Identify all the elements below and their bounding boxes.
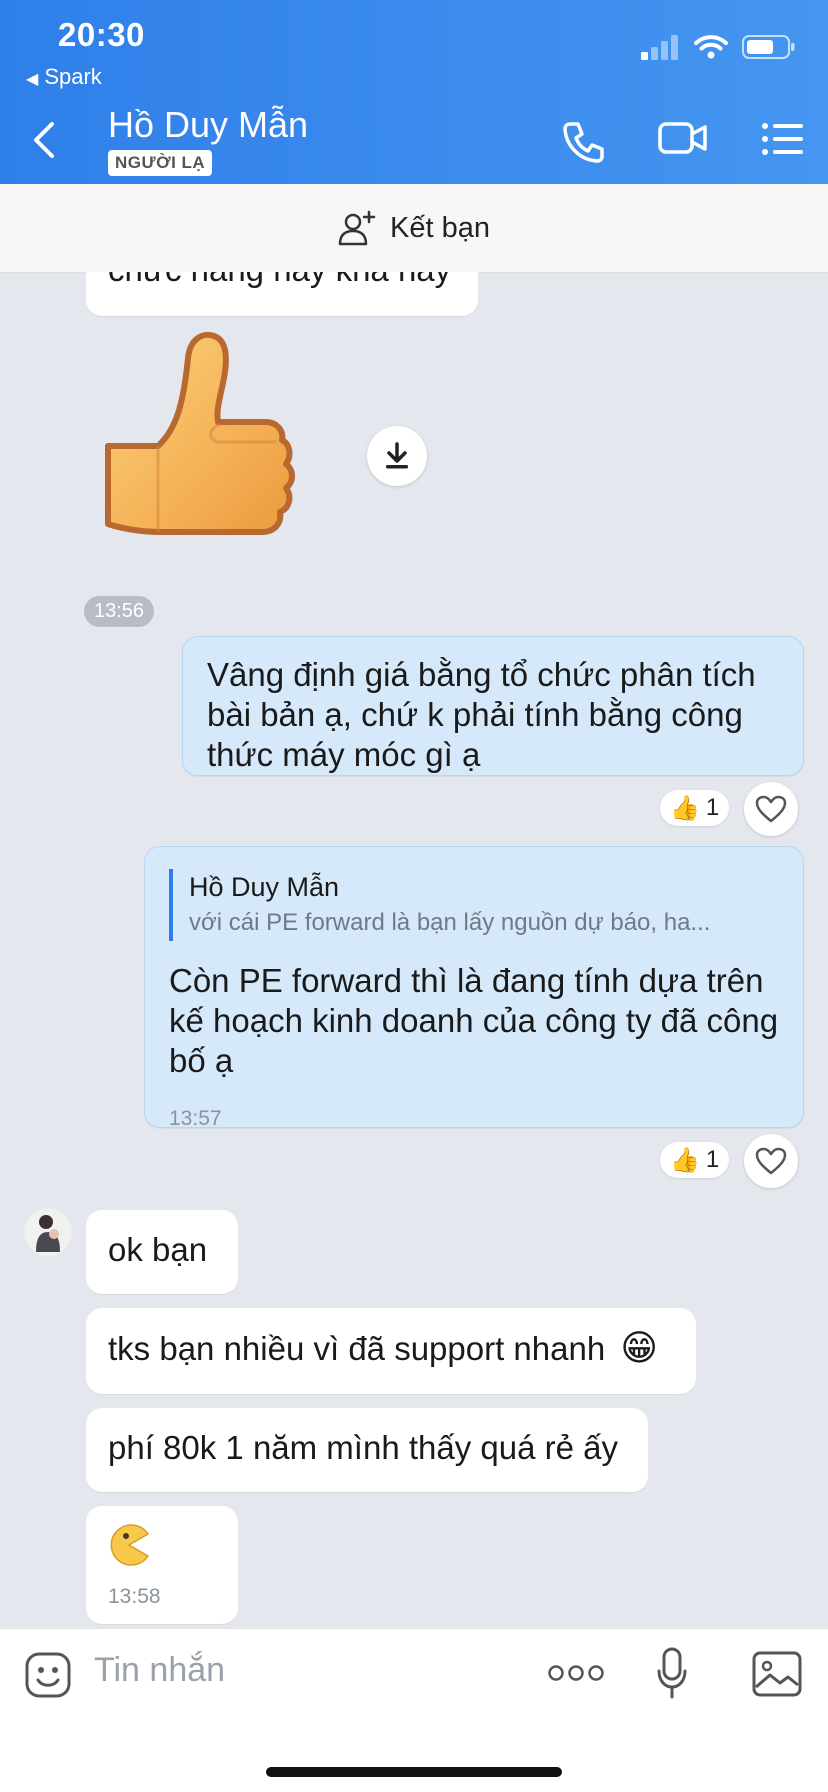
signal-icon [641,35,678,60]
thumbs-up-icon: 👍 [670,1146,700,1174]
partial-message-text: chức năng này khá hay [108,272,451,288]
quoted-message[interactable]: Hồ Duy Mẫn với cái PE forward là bạn lấy… [169,869,779,941]
grinning-emoji-icon: 😁 [620,1327,658,1368]
gallery-image-icon[interactable] [752,1651,802,1697]
reaction-badge[interactable]: 👍 1 [660,790,730,826]
outgoing-reply-bubble[interactable]: Hồ Duy Mẫn với cái PE forward là bạn lấy… [144,846,804,1130]
add-friend-button[interactable]: Kết bạn [0,184,828,273]
incoming-message-text: tks bạn nhiều vì đã support nhanh [108,1330,606,1367]
sticker-timestamp: 13:56 [84,596,155,627]
download-sticker-button[interactable] [367,426,427,486]
incoming-emoji-bubble[interactable]: 13:58 [86,1506,238,1624]
partial-message-bubble[interactable]: chức năng này khá hay [86,272,478,316]
sticker-emoji-icon[interactable] [24,1651,72,1699]
outgoing-message-text: Vâng định giá bằng tổ chức phân tích bài… [207,656,756,773]
message-input-bar: Tin nhắn [0,1628,828,1792]
reply-message-text: Còn PE forward thì là đang tính dựa trên… [169,962,779,1079]
quoted-sender-name: Hồ Duy Mẫn [189,872,340,902]
message-input[interactable]: Tin nhắn [94,1651,225,1690]
contact-avatar[interactable] [24,1208,72,1256]
message-list[interactable]: chức năng này khá hay 13:56 [0,272,828,1628]
outgoing-message-bubble[interactable]: Vâng định giá bằng tổ chức phân tích bài… [182,636,804,776]
chat-screen: 20:30 ◀ Spark Hồ Duy Mẫn NGƯỜI LẠ Kết bạ… [0,0,828,1792]
emoji-timestamp: 13:58 [108,1585,161,1608]
chevron-left-icon[interactable] [28,118,60,162]
thumbs-up-sticker[interactable] [100,328,320,550]
reaction-count: 1 [705,794,720,821]
quoted-text: với cái PE forward là bạn lấy nguồn dự b… [189,909,711,936]
contact-name[interactable]: Hồ Duy Mẫn [108,104,308,146]
pacman-emoji-icon [110,1524,150,1566]
status-icons [640,34,796,60]
more-options-icon[interactable] [548,1663,604,1683]
incoming-message-text: ok bạn [108,1231,208,1268]
microphone-icon[interactable] [656,1647,688,1703]
incoming-message-bubble[interactable]: ok bạn [86,1210,238,1294]
video-call-icon[interactable] [658,118,708,158]
phone-icon[interactable] [560,118,608,166]
reaction-badge[interactable]: 👍 1 [660,1142,730,1178]
back-triangle-icon: ◀ [26,71,39,88]
back-to-app-link[interactable]: ◀ Spark [26,64,102,90]
incoming-message-bubble[interactable]: phí 80k 1 năm mình thấy quá rẻ ấy [86,1408,648,1492]
download-icon [386,442,408,469]
add-user-icon [338,210,376,246]
reaction-count: 1 [705,1146,720,1173]
thumbs-up-icon: 👍 [670,794,700,822]
wifi-icon [694,35,728,59]
incoming-message-bubble[interactable]: tks bạn nhiều vì đã support nhanh 😁 [86,1308,696,1394]
incoming-message-text: phí 80k 1 năm mình thấy quá rẻ ấy [108,1429,618,1466]
stranger-badge: NGƯỜI LẠ [108,150,213,176]
add-friend-label: Kết bạn [390,211,490,244]
menu-list-icon[interactable] [762,122,804,156]
react-heart-button[interactable] [744,1134,798,1188]
status-time: 20:30 [58,16,145,53]
battery-icon [742,35,795,59]
reply-timestamp: 13:57 [169,1107,222,1130]
heart-icon [755,1147,787,1175]
back-app-label: Spark [44,64,102,89]
heart-icon [755,795,787,823]
home-indicator [266,1767,562,1777]
react-heart-button[interactable] [744,782,798,836]
chat-header: 20:30 ◀ Spark Hồ Duy Mẫn NGƯỜI LẠ [0,0,828,184]
